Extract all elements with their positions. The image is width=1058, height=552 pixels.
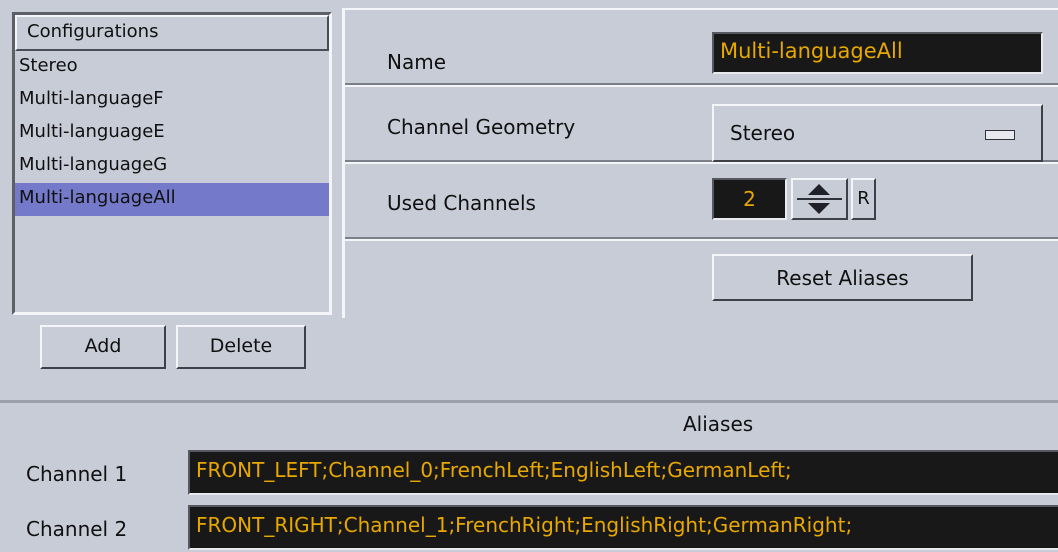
- aliases-section: Aliases Channel 1 FRONT_LEFT;Channel_0;F…: [0, 400, 1058, 552]
- reset-aliases-button[interactable]: Reset Aliases: [712, 254, 973, 301]
- add-button[interactable]: Add: [40, 325, 166, 369]
- dropdown-handle-icon: [985, 130, 1015, 140]
- configurations-header[interactable]: Configurations: [15, 15, 329, 51]
- channel-geometry-value: Stereo: [730, 121, 796, 145]
- delete-button[interactable]: Delete: [176, 325, 306, 369]
- used-channels-stepper[interactable]: [791, 178, 848, 220]
- used-channels-field[interactable]: 2: [712, 178, 787, 220]
- configurations-list: Configurations Stereo Multi-languageF Mu…: [12, 12, 332, 315]
- channel-geometry-label: Channel Geometry: [387, 115, 576, 139]
- used-channels-label: Used Channels: [387, 191, 536, 215]
- r-button[interactable]: R: [851, 178, 876, 220]
- arrow-up-icon[interactable]: [806, 183, 832, 196]
- list-item-multi-language-all[interactable]: Multi-languageAll: [15, 183, 329, 216]
- aliases-title: Aliases: [683, 412, 754, 436]
- used-channels-row: Used Channels: [345, 162, 1058, 239]
- channel-2-aliases-field[interactable]: FRONT_RIGHT;Channel_1;FrenchRight;Englis…: [188, 505, 1058, 550]
- channel-1-label: Channel 1: [26, 462, 128, 486]
- configuration-editor: Configurations Stereo Multi-languageF Mu…: [0, 0, 1058, 400]
- channel-2-label: Channel 2: [26, 517, 128, 541]
- name-field[interactable]: Multi-languageAll: [712, 32, 1043, 74]
- list-item-multi-language-f[interactable]: Multi-languageF: [15, 84, 329, 117]
- arrow-down-icon[interactable]: [806, 202, 832, 215]
- name-label: Name: [387, 50, 447, 74]
- properties-panel: Name Channel Geometry Used Channels Mult…: [342, 8, 1058, 318]
- list-item-stereo[interactable]: Stereo: [15, 51, 329, 84]
- stepper-divider: [797, 198, 842, 200]
- channel-1-aliases-field[interactable]: FRONT_LEFT;Channel_0;FrenchLeft;EnglishL…: [188, 450, 1058, 495]
- channel-geometry-select[interactable]: Stereo: [712, 104, 1043, 162]
- list-item-multi-language-g[interactable]: Multi-languageG: [15, 150, 329, 183]
- list-item-multi-language-e[interactable]: Multi-languageE: [15, 117, 329, 150]
